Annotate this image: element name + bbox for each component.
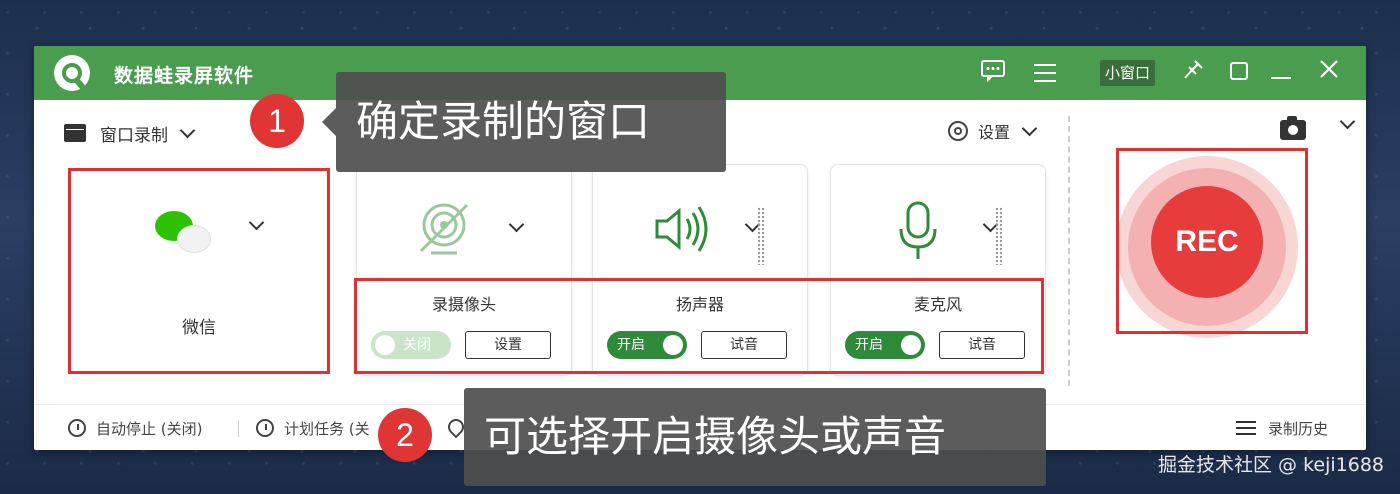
device-label: 扬声器 bbox=[675, 295, 724, 314]
device-label: 录摄像头 bbox=[431, 295, 496, 314]
clock-icon bbox=[68, 419, 86, 437]
microphone-icon bbox=[891, 201, 945, 259]
webcam-settings-button[interactable]: 设置 bbox=[465, 331, 551, 359]
rec-highlight-box bbox=[1116, 148, 1308, 334]
chevron-down-icon bbox=[179, 122, 196, 138]
chevron-down-icon[interactable] bbox=[1339, 113, 1356, 130]
settings-dropdown[interactable]: 设置 bbox=[948, 116, 1038, 146]
watermark-text: 掘金技术社区 @ keji1688 bbox=[1157, 454, 1384, 476]
speaker-icon bbox=[653, 201, 708, 257]
record-mode-dropdown[interactable]: 窗口录制 bbox=[64, 118, 196, 148]
chevron-down-icon[interactable] bbox=[508, 216, 525, 233]
screenshot-camera-icon[interactable] bbox=[1280, 116, 1306, 140]
device-label: 麦克风 bbox=[913, 295, 962, 314]
webcam-off-icon bbox=[417, 201, 471, 257]
list-icon bbox=[1236, 421, 1256, 435]
volume-meter bbox=[757, 207, 765, 265]
feedback-icon[interactable] bbox=[978, 58, 1008, 88]
webcam-toggle[interactable]: 关闭 bbox=[371, 331, 451, 359]
auto-stop-button[interactable]: 自动停止 (关闭) bbox=[68, 417, 202, 439]
webcam-card: 录摄像头 关闭 设置 bbox=[356, 164, 572, 376]
target-window-label: 微信 bbox=[182, 318, 216, 338]
record-history-button[interactable]: 录制历史 bbox=[1236, 417, 1328, 439]
auto-stop-label: 自动停止 (关闭) bbox=[96, 419, 203, 438]
settings-label: 设置 bbox=[978, 123, 1011, 142]
callout-arrow bbox=[322, 108, 336, 136]
maximize-icon[interactable] bbox=[1230, 62, 1248, 80]
callout-2: 可选择开启摄像头或声音 bbox=[464, 388, 1046, 486]
microphone-card: 麦克风 开启 试音 bbox=[830, 164, 1046, 376]
schedule-task-label: 计划任务 (关 bbox=[284, 419, 370, 438]
minimize-icon[interactable] bbox=[1271, 77, 1291, 79]
divider bbox=[1068, 116, 1070, 386]
step-badge-2: 2 bbox=[378, 408, 432, 462]
chevron-down-icon[interactable] bbox=[248, 214, 265, 231]
mini-window-button[interactable]: 小窗口 bbox=[1100, 60, 1156, 86]
target-window-card[interactable]: 微信 bbox=[68, 168, 330, 374]
app-logo-icon bbox=[54, 55, 90, 91]
pin-icon[interactable] bbox=[1178, 58, 1208, 88]
record-history-label: 录制历史 bbox=[1268, 419, 1329, 438]
schedule-task-button[interactable]: 计划任务 (关 bbox=[256, 417, 370, 439]
alarm-icon bbox=[256, 419, 274, 437]
microphone-test-button[interactable]: 试音 bbox=[939, 331, 1025, 359]
app-title: 数据蛙录屏软件 bbox=[114, 65, 255, 87]
microphone-toggle[interactable]: 开启 bbox=[845, 331, 925, 359]
speaker-test-button[interactable]: 试音 bbox=[701, 331, 787, 359]
wechat-icon bbox=[155, 211, 215, 257]
speaker-card: 扬声器 开启 试音 bbox=[592, 164, 808, 376]
window-icon bbox=[64, 124, 86, 142]
close-icon[interactable] bbox=[1314, 58, 1344, 88]
separator bbox=[238, 421, 239, 437]
callout-1: 确定录制的窗口 bbox=[336, 72, 726, 172]
record-mode-label: 窗口录制 bbox=[100, 125, 168, 146]
speaker-toggle[interactable]: 开启 bbox=[607, 331, 687, 359]
volume-meter bbox=[995, 207, 1003, 265]
gear-icon bbox=[948, 121, 968, 141]
step-badge-1: 1 bbox=[250, 94, 304, 148]
menu-icon[interactable] bbox=[1034, 64, 1056, 82]
chevron-down-icon bbox=[1021, 120, 1038, 136]
